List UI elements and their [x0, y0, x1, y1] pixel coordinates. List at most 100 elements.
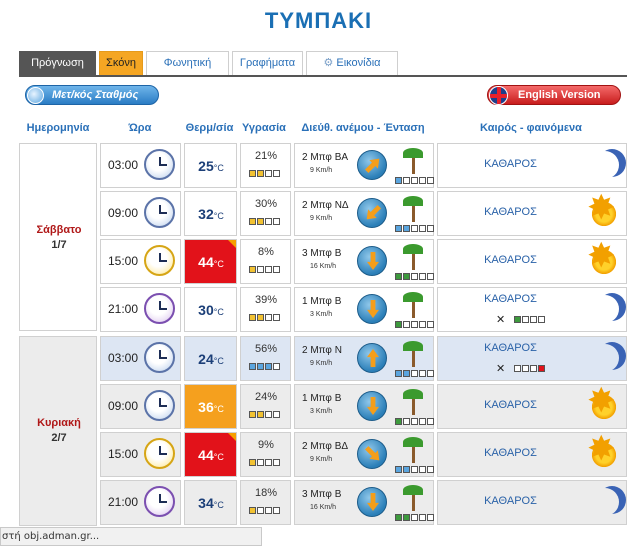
wind-text: 2 Μπφ ΝΔ — [302, 200, 349, 211]
humidity-bars — [249, 266, 280, 273]
clock-icon — [144, 149, 175, 180]
day-date: 2/7 — [51, 432, 67, 444]
day-name: Σάββατο — [36, 224, 82, 236]
wind-speed: 16 Km/h — [310, 263, 337, 270]
header-temp: Θερμ/σία — [185, 122, 234, 134]
humidity-value: 39% — [254, 294, 278, 306]
palm-tree-icon — [403, 389, 423, 415]
station-button[interactable]: Μετ/κός Σταθμός — [25, 85, 159, 105]
humidity-value: 24% — [254, 391, 278, 403]
humidity-value: 9% — [258, 439, 274, 451]
sun-icon — [587, 384, 618, 421]
time-label: 09:00 — [108, 399, 139, 413]
wind-intensity-bars — [395, 177, 434, 184]
clock-icon — [144, 342, 175, 373]
wind-direction-icon — [357, 150, 387, 180]
wind-intensity-bars — [395, 321, 434, 328]
wind-text: 2 Μπφ Ν — [302, 345, 342, 356]
sun-icon — [587, 191, 618, 228]
wind-intensity-bars — [395, 418, 434, 425]
moon-icon — [591, 344, 619, 372]
weather-text: ΚΑΘΑΡΟΣ — [484, 495, 537, 507]
day-cell-sunday: Κυριακή 2/7 — [19, 336, 97, 526]
header-humidity: Υγρασία — [242, 122, 286, 134]
station-button-label: Μετ/κός Σταθμός — [52, 89, 139, 101]
time-label: 09:00 — [108, 206, 139, 220]
wind-speed: 3 Km/h — [310, 408, 333, 415]
weather-text: ΚΑΘΑΡΟΣ — [484, 158, 537, 170]
clock-icon — [144, 245, 175, 276]
clock-icon — [144, 293, 175, 324]
wind-text: 3 Μπφ Β — [302, 248, 342, 259]
status-bar: στή obj.adman.gr... — [0, 527, 262, 546]
palm-tree-icon — [403, 292, 423, 318]
wind-intensity-bars — [395, 514, 434, 521]
humidity-bars — [249, 507, 280, 514]
wind-text: 3 Μπφ Β — [302, 489, 342, 500]
english-version-button[interactable]: English Version — [487, 85, 621, 105]
english-version-label: English Version — [518, 89, 601, 101]
weather-text: ΚΑΘΑΡΟΣ — [484, 206, 537, 218]
gear-icon: ⚙ — [323, 57, 337, 69]
humidity-bars — [249, 363, 280, 370]
time-label: 15:00 — [108, 254, 139, 268]
tab-voice[interactable]: Φωνητική — [146, 51, 229, 75]
palm-tree-icon — [403, 196, 423, 222]
wind-speed: 9 Km/h — [310, 215, 333, 222]
header-date: Ημερομηνία — [26, 122, 90, 134]
wind-direction-icon — [357, 343, 387, 373]
moon-icon — [591, 151, 619, 179]
wind-text: 1 Μπφ Β — [302, 393, 342, 404]
wind-direction-icon — [357, 487, 387, 517]
clock-icon — [144, 390, 175, 421]
palm-tree-icon — [403, 244, 423, 270]
day-name: Κυριακή — [37, 417, 81, 429]
tab-forecast[interactable]: Πρόγνωση — [19, 51, 96, 75]
wind-direction-icon — [357, 294, 387, 324]
temperature-value: 34°C — [198, 495, 224, 511]
clock-icon — [144, 486, 175, 517]
day-cell-saturday: Σάββατο 1/7 — [19, 143, 97, 331]
temperature-value: 36°C — [198, 399, 224, 415]
weather-text: ΚΑΘΑΡΟΣ — [484, 342, 537, 354]
weather-text: ΚΑΘΑΡΟΣ — [484, 399, 537, 411]
wind-text: 2 Μπφ ΒΑ — [302, 152, 349, 163]
wind-speed: 16 Km/h — [310, 504, 337, 511]
wind-intensity-bars — [395, 225, 434, 232]
weather-text: ΚΑΘΑΡΟΣ — [484, 447, 537, 459]
uk-flag-icon — [489, 86, 508, 105]
temperature-value: 25°C — [198, 158, 224, 174]
palm-tree-icon — [403, 148, 423, 174]
time-label: 21:00 — [108, 495, 139, 509]
wind-direction-icon — [357, 246, 387, 276]
tab-icons-label: Εικονίδια — [336, 57, 381, 69]
palm-tree-icon — [403, 437, 423, 463]
mosquito-icon: ✕ — [496, 362, 506, 375]
humidity-value: 18% — [254, 487, 278, 499]
humidity-value: 8% — [258, 246, 274, 258]
wind-speed: 3 Km/h — [310, 311, 333, 318]
tab-icons[interactable]: ⚙ Εικονίδια — [306, 51, 398, 75]
tab-dust[interactable]: Σκόνη — [99, 51, 143, 75]
humidity-value: 21% — [254, 150, 278, 162]
wind-intensity-bars — [395, 466, 434, 473]
humidity-bars — [249, 170, 280, 177]
station-icon — [27, 87, 44, 104]
humidity-bars — [249, 411, 280, 418]
mosquito-bars — [514, 365, 545, 372]
temperature-value: 44°C — [198, 447, 224, 463]
moon-icon — [591, 295, 619, 323]
palm-tree-icon — [403, 485, 423, 511]
wind-direction-icon — [357, 439, 387, 469]
palm-tree-icon — [403, 341, 423, 367]
tab-charts[interactable]: Γραφήματα — [232, 51, 303, 75]
tab-divider — [19, 75, 627, 77]
wind-text: 1 Μπφ Β — [302, 296, 342, 307]
wind-text: 2 Μπφ ΒΔ — [302, 441, 349, 452]
mosquito-icon: ✕ — [496, 313, 506, 326]
time-label: 21:00 — [108, 302, 139, 316]
humidity-bars — [249, 459, 280, 466]
humidity-bars — [249, 314, 280, 321]
mosquito-bars — [514, 316, 545, 323]
page-title: ΤΥΜΠΑΚΙ — [264, 8, 373, 33]
